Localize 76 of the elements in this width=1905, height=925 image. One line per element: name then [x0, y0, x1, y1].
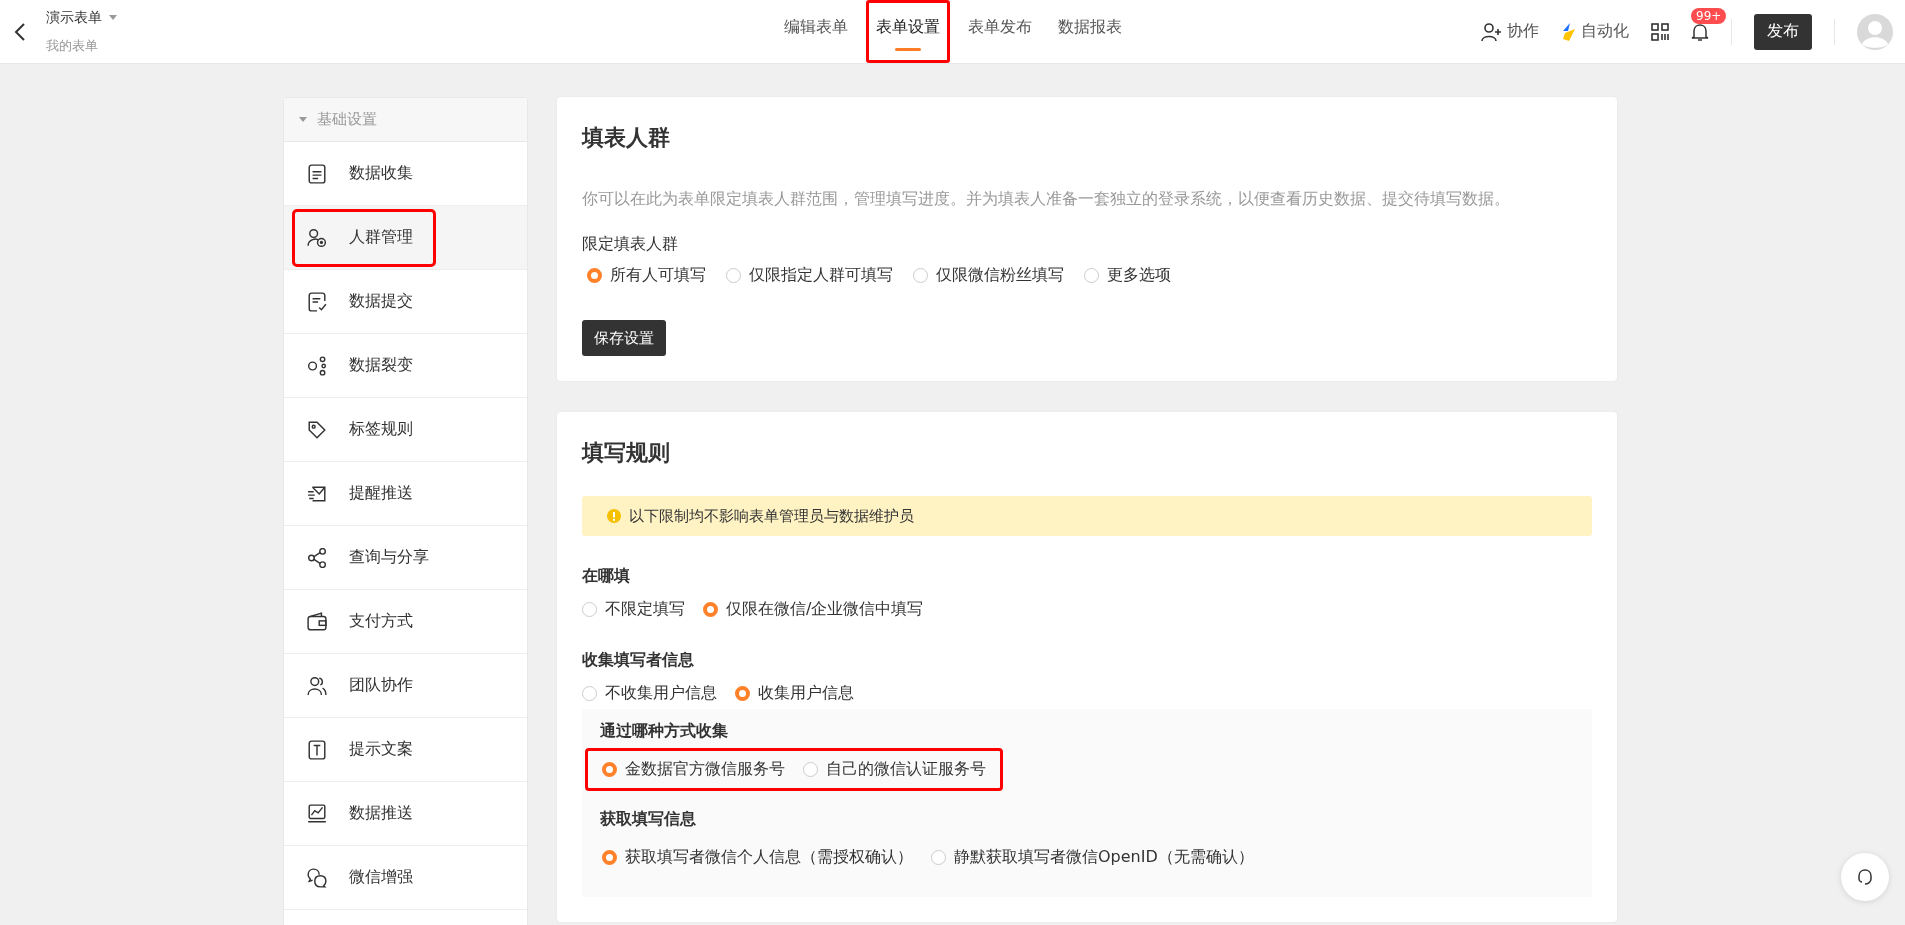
- document-icon: [307, 163, 327, 184]
- sidebar-item[interactable]: 提醒推送: [284, 462, 527, 526]
- share-icon: [307, 547, 327, 568]
- radio-label: 仅限微信粉丝填写: [936, 265, 1064, 286]
- radio-icon[interactable]: [602, 762, 617, 777]
- caret-icon: [299, 116, 307, 123]
- radio-icon[interactable]: [803, 762, 818, 777]
- radio-icon[interactable]: [735, 686, 750, 701]
- team-icon: [307, 675, 327, 696]
- section-title: 获取填写信息: [600, 809, 697, 830]
- qr-code-icon[interactable]: [1651, 22, 1669, 41]
- caret-icon[interactable]: [109, 14, 117, 21]
- notice-text: 以下限制均不影响表单管理员与数据维护员: [629, 506, 914, 526]
- headset-icon: [1856, 868, 1874, 886]
- sidebar-item[interactable]: 微信增强: [284, 846, 527, 910]
- collaborate-button[interactable]: 协作: [1481, 21, 1539, 42]
- radio-label: 不收集用户信息: [605, 683, 717, 704]
- radio-icon[interactable]: [582, 602, 597, 617]
- card-description: 你可以在此为表单限定填表人群范围，管理填写进度。并为填表人准备一套独立的登录系统，以便查看历史数据、提交待填写数据。: [582, 189, 1511, 210]
- radio-label: 收集用户信息: [758, 683, 854, 704]
- radio-icon[interactable]: [726, 268, 741, 283]
- lightning-icon: [1561, 22, 1577, 41]
- sidebar-item[interactable]: 数据推送: [284, 782, 527, 846]
- user-icon: [307, 227, 327, 248]
- sidebar-item[interactable]: 标签规则: [284, 398, 527, 462]
- nav-tab[interactable]: 编辑表单: [775, 0, 856, 63]
- radio-icon[interactable]: [703, 602, 718, 617]
- tag-icon: [307, 419, 327, 440]
- sidebar-item[interactable]: 支付方式: [284, 590, 527, 654]
- back-icon[interactable]: [14, 21, 26, 42]
- radio-label: 不限定填写: [605, 599, 685, 620]
- sidebar-item[interactable]: 数据裂变: [284, 334, 527, 398]
- field-label: 限定填表人群: [582, 234, 679, 255]
- add-user-icon: [1481, 21, 1503, 42]
- text-icon: [307, 739, 327, 760]
- nav-tab[interactable]: 数据报表: [1049, 0, 1130, 63]
- chart-icon: [307, 803, 327, 824]
- radio-option[interactable]: 更多选项: [1084, 265, 1171, 286]
- sidebar-item[interactable]: 团队协作: [284, 654, 527, 718]
- wallet-icon: [307, 611, 327, 632]
- section-title: 在哪填: [582, 566, 631, 587]
- radio-icon[interactable]: [931, 850, 946, 865]
- radio-icon[interactable]: [913, 268, 928, 283]
- card-title: 填表人群: [582, 124, 671, 152]
- help-button[interactable]: [1841, 853, 1889, 901]
- radio-icon[interactable]: [587, 268, 602, 283]
- bell-icon[interactable]: [1691, 21, 1709, 42]
- document-check-icon: [307, 291, 327, 312]
- automation-button[interactable]: 自动化: [1561, 21, 1629, 42]
- notification-badge: 99+: [1691, 7, 1727, 24]
- radio-icon[interactable]: [582, 686, 597, 701]
- radio-option[interactable]: 收集用户信息: [735, 683, 854, 704]
- publish-button[interactable]: 发布: [1754, 13, 1812, 50]
- nodes-icon: [307, 355, 327, 376]
- radio-label: 所有人可填写: [610, 265, 706, 286]
- radio-option[interactable]: 仅限微信粉丝填写: [913, 265, 1064, 286]
- avatar-icon[interactable]: [1857, 13, 1893, 50]
- radio-icon[interactable]: [602, 850, 617, 865]
- section-title: 通过哪种方式收集: [600, 721, 729, 742]
- radio-label: 更多选项: [1107, 265, 1171, 286]
- radio-option[interactable]: 不限定填写: [582, 599, 685, 620]
- radio-icon[interactable]: [1084, 268, 1099, 283]
- chat-icon: [307, 867, 327, 888]
- nav-tab[interactable]: 表单发布: [959, 0, 1040, 63]
- sidebar-item[interactable]: 数据提交: [284, 270, 527, 334]
- warning-icon: [607, 509, 621, 523]
- nav-tab[interactable]: 表单设置: [865, 0, 950, 63]
- form-title[interactable]: 演示表单: [46, 8, 102, 27]
- sidebar-item[interactable]: 提示文案: [284, 718, 527, 782]
- sidebar-item[interactable]: 人群管理: [284, 206, 527, 270]
- section-title: 收集填写者信息: [582, 650, 695, 671]
- save-button[interactable]: 保存设置: [582, 320, 666, 356]
- card-title: 填写规则: [582, 439, 671, 467]
- radio-option[interactable]: 所有人可填写: [587, 265, 706, 286]
- sidebar-item[interactable]: 查询与分享: [284, 526, 527, 590]
- radio-option[interactable]: 不收集用户信息: [582, 683, 717, 704]
